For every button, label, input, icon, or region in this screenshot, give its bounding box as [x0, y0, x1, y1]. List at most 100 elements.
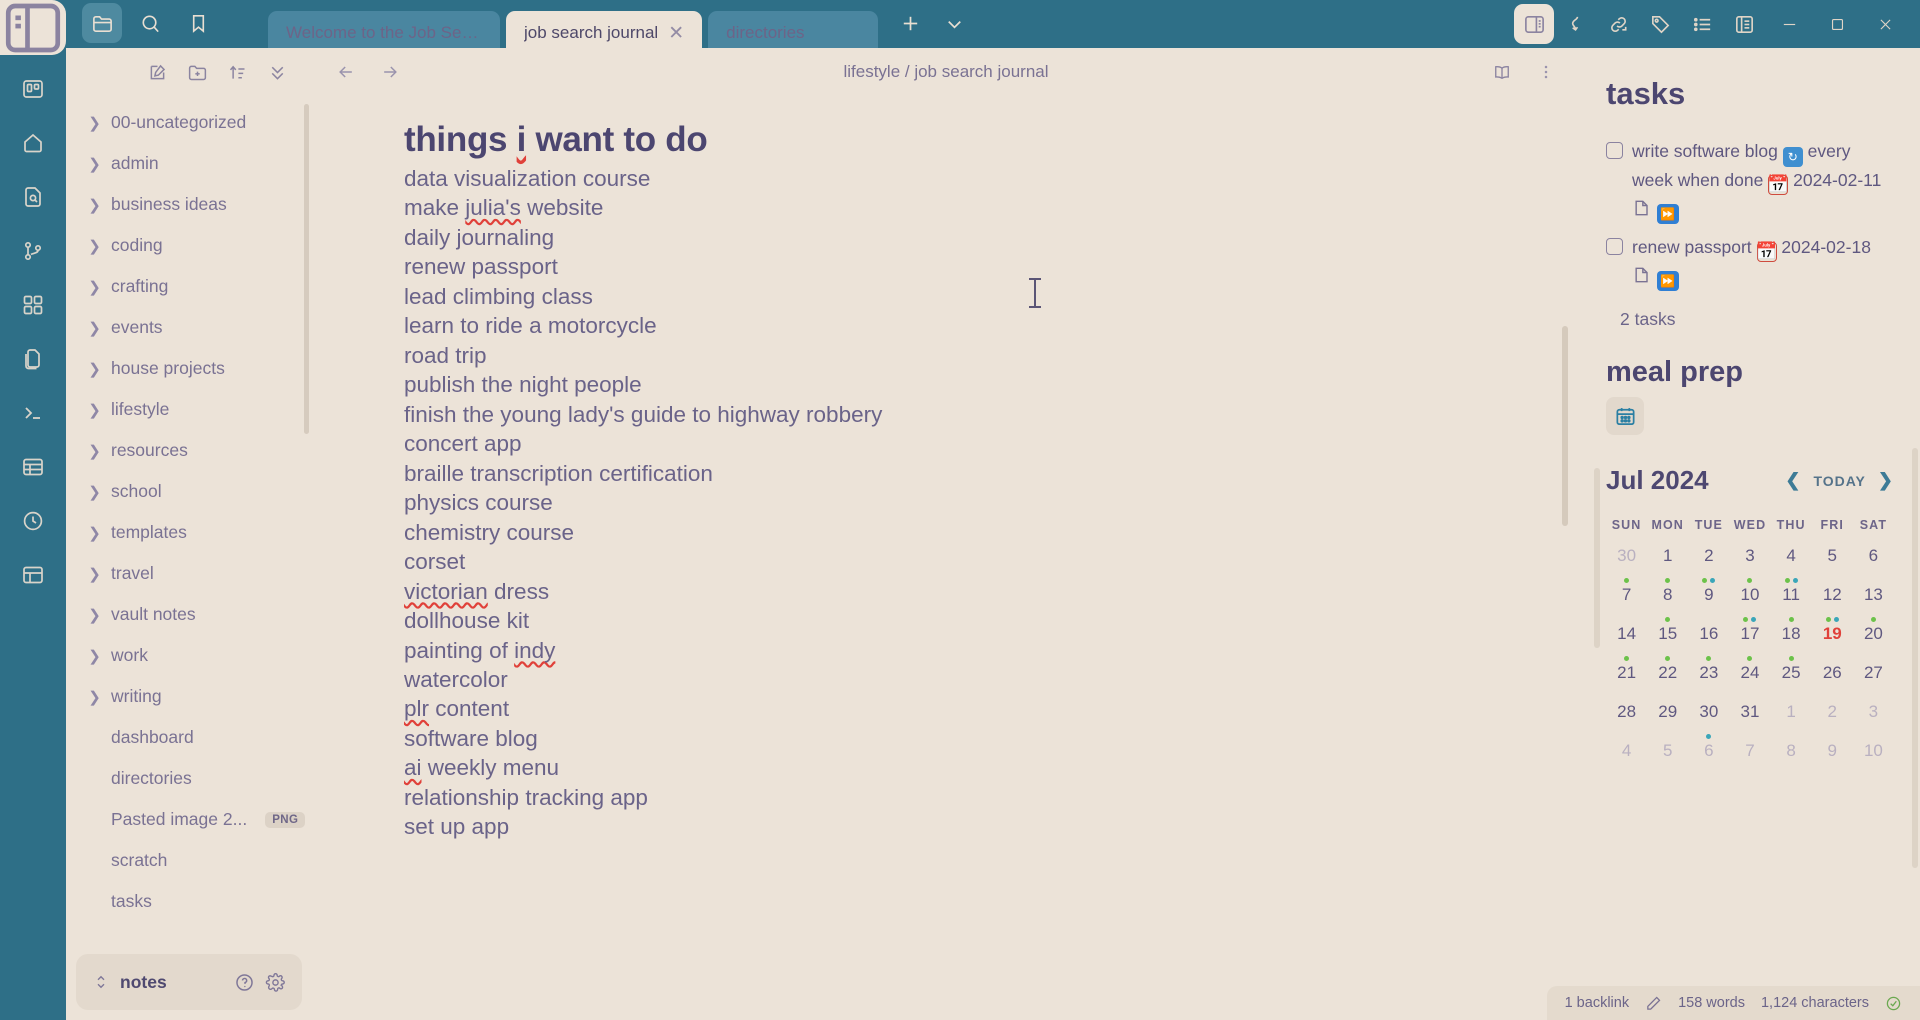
- terminal-icon[interactable]: [13, 393, 53, 433]
- tree-folder[interactable]: ❯ coding: [88, 225, 312, 266]
- fast-forward-icon[interactable]: ⏩: [1656, 204, 1679, 225]
- calendar-day-cell[interactable]: 6: [1688, 741, 1729, 780]
- tree-folder[interactable]: ❯ templates: [88, 512, 312, 553]
- tree-file[interactable]: tasks: [88, 881, 312, 922]
- calendar-day-cell[interactable]: 5: [1812, 546, 1853, 585]
- document-content[interactable]: things i want to do data visualization c…: [312, 120, 1580, 842]
- tree-file[interactable]: dashboard: [88, 717, 312, 758]
- chevron-right-icon[interactable]: ❯: [88, 565, 101, 583]
- tree-folder[interactable]: ❯ vault notes: [88, 594, 312, 635]
- calendar-day-cell[interactable]: 18: [1771, 624, 1812, 663]
- calendar-day-cell[interactable]: 7: [1606, 585, 1647, 624]
- maximize-button[interactable]: [1814, 4, 1860, 44]
- home-icon[interactable]: [13, 123, 53, 163]
- calendar-day-cell[interactable]: 3: [1729, 546, 1770, 585]
- task-checkbox[interactable]: [1606, 142, 1623, 159]
- tree-folder[interactable]: ❯ business ideas: [88, 184, 312, 225]
- task-item[interactable]: write software blog ↻ every week when do…: [1606, 138, 1894, 225]
- git-branch-icon[interactable]: [13, 231, 53, 271]
- chevron-right-icon[interactable]: ❯: [88, 524, 101, 542]
- outline-icon[interactable]: [1724, 4, 1764, 44]
- tree-folder[interactable]: ❯ writing: [88, 676, 312, 717]
- chevron-right-icon[interactable]: ❯: [88, 360, 101, 378]
- link-icon[interactable]: [1598, 4, 1638, 44]
- calendar-day-cell[interactable]: 26: [1812, 663, 1853, 702]
- calendar-day-cell[interactable]: 1: [1771, 702, 1812, 741]
- breadcrumb[interactable]: lifestyle / job search journal: [420, 62, 1472, 82]
- chevron-right-icon[interactable]: ❯: [88, 278, 101, 296]
- tree-folder[interactable]: ❯ house projects: [88, 348, 312, 389]
- back-arrow-icon[interactable]: [332, 58, 360, 86]
- meal-prep-calendar-button[interactable]: [1606, 397, 1644, 436]
- tree-folder[interactable]: ❯ travel: [88, 553, 312, 594]
- collapse-all-icon[interactable]: [264, 59, 290, 85]
- search-icon[interactable]: [130, 3, 170, 43]
- calendar-day-cell[interactable]: 10: [1729, 585, 1770, 624]
- calendar-day-cell[interactable]: 30: [1606, 546, 1647, 585]
- calendar-day-cell[interactable]: 30: [1688, 702, 1729, 741]
- calendar-day-cell[interactable]: 19: [1812, 624, 1853, 663]
- files-icon[interactable]: [13, 339, 53, 379]
- backlink-count[interactable]: 1 backlink: [1565, 995, 1629, 1011]
- list-icon[interactable]: [1682, 4, 1722, 44]
- new-folder-icon[interactable]: [184, 59, 210, 85]
- chevron-right-icon[interactable]: ❯: [1878, 470, 1894, 491]
- editor-body[interactable]: things i want to do data visualization c…: [312, 96, 1580, 1020]
- curved-arrow-icon[interactable]: [1556, 4, 1596, 44]
- fast-forward-icon[interactable]: ⏩: [1656, 271, 1679, 292]
- table-icon[interactable]: [13, 447, 53, 487]
- trello-board-icon[interactable]: [13, 69, 53, 109]
- right-sidebar-toggle-icon[interactable]: [1514, 4, 1554, 44]
- editor-scrollbar[interactable]: [1562, 326, 1568, 526]
- calendar-day-cell[interactable]: 7: [1729, 741, 1770, 780]
- calendar-month-label[interactable]: Jul 2024: [1606, 465, 1785, 496]
- explorer-scrollbar[interactable]: [304, 104, 309, 434]
- bookmark-icon[interactable]: [178, 3, 218, 43]
- chevron-right-icon[interactable]: ❯: [88, 319, 101, 337]
- calendar-day-cell[interactable]: 11: [1771, 585, 1812, 624]
- calendar-day-cell[interactable]: 28: [1606, 702, 1647, 741]
- calendar-day-cell[interactable]: 1: [1647, 546, 1688, 585]
- calendar-day-cell[interactable]: 16: [1688, 624, 1729, 663]
- chevron-right-icon[interactable]: ❯: [88, 483, 101, 501]
- help-icon[interactable]: [234, 972, 255, 993]
- calendar-day-cell[interactable]: 6: [1853, 546, 1894, 585]
- tree-folder[interactable]: ❯ events: [88, 307, 312, 348]
- chevron-right-icon[interactable]: ❯: [88, 647, 101, 665]
- calendar-day-cell[interactable]: 23: [1688, 663, 1729, 702]
- task-checkbox[interactable]: [1606, 238, 1623, 256]
- tree-folder[interactable]: ❯ lifestyle: [88, 389, 312, 430]
- right-panel-scrollbar[interactable]: [1912, 448, 1918, 868]
- calendar-day-cell[interactable]: 31: [1729, 702, 1770, 741]
- tree-folder[interactable]: ❯ school: [88, 471, 312, 512]
- calendar-day-cell[interactable]: 5: [1647, 741, 1688, 780]
- chevron-right-icon[interactable]: ❯: [88, 688, 101, 706]
- close-icon[interactable]: ✕: [668, 22, 684, 45]
- tree-file[interactable]: scratch: [88, 840, 312, 881]
- calendar-day-cell[interactable]: 24: [1729, 663, 1770, 702]
- tree-folder[interactable]: ❯ 00-uncategorized: [88, 102, 312, 143]
- file-search-icon[interactable]: [13, 177, 53, 217]
- forward-arrow-icon[interactable]: [376, 58, 404, 86]
- folder-icon[interactable]: [82, 3, 122, 43]
- vault-switcher[interactable]: notes: [76, 954, 302, 1010]
- grid-apps-icon[interactable]: [13, 285, 53, 325]
- calendar-today-button[interactable]: TODAY: [1813, 473, 1865, 489]
- calendar-day-cell[interactable]: 27: [1853, 663, 1894, 702]
- calendar-day-cell[interactable]: 9: [1688, 585, 1729, 624]
- calendar-day-cell[interactable]: 29: [1647, 702, 1688, 741]
- calendar-day-cell[interactable]: 15: [1647, 624, 1688, 663]
- chevron-right-icon[interactable]: ❯: [88, 442, 101, 460]
- clock-icon[interactable]: [13, 501, 53, 541]
- chevron-right-icon[interactable]: ❯: [88, 114, 101, 132]
- sort-icon[interactable]: [224, 59, 250, 85]
- task-item[interactable]: renew passport 📅 2024-02-18 ⏩: [1606, 234, 1894, 292]
- right-panel-scrollbar-left[interactable]: [1594, 468, 1600, 648]
- calendar-day-cell[interactable]: 25: [1771, 663, 1812, 702]
- settings-gear-icon[interactable]: [265, 972, 286, 993]
- tree-file[interactable]: directories: [88, 758, 312, 799]
- close-button[interactable]: [1862, 4, 1908, 44]
- calendar-day-cell[interactable]: 21: [1606, 663, 1647, 702]
- calendar-day-cell[interactable]: 22: [1647, 663, 1688, 702]
- calendar-day-cell[interactable]: 4: [1771, 546, 1812, 585]
